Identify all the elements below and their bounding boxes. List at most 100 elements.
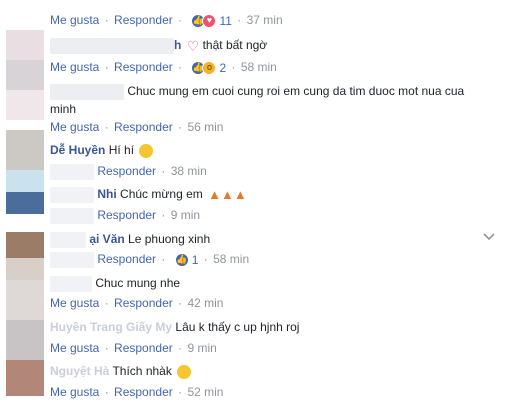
- comment: Chuc mung em cuoi cung roi em cung da ti…: [50, 83, 494, 100]
- comment-text: Le phuong xinh: [128, 232, 211, 246]
- separator: ·: [104, 341, 109, 355]
- redacted-name: [50, 231, 86, 248]
- comment: h ♡ thật bất ngờ: [50, 37, 494, 54]
- separator: ·: [178, 13, 183, 27]
- comment-actions: Me gusta · Responder · 42 min: [50, 295, 494, 311]
- comment-actions: Me gusta · Responder · 👍 o 2 · 58 min: [50, 59, 494, 76]
- reactions-summary[interactable]: 👍 1: [174, 252, 199, 268]
- avatar[interactable]: [6, 320, 44, 360]
- comment-actions: Responder · 9 min: [50, 207, 494, 224]
- grin-emoji: [139, 143, 154, 158]
- avatar[interactable]: [6, 232, 44, 258]
- reply-link[interactable]: Responder: [97, 164, 156, 178]
- comment-text: Lâu k thấy c up hjnh roj: [175, 320, 300, 334]
- reply-link[interactable]: Responder: [97, 208, 156, 222]
- separator: ·: [104, 385, 109, 399]
- comment-text: Hí hí: [108, 143, 135, 157]
- redacted-name: [50, 83, 124, 100]
- heart-emoji: ♡: [186, 37, 200, 54]
- redacted-name: [50, 251, 94, 268]
- reaction-count: 1: [191, 252, 199, 267]
- separator: ·: [178, 296, 183, 310]
- comment-text: Thích nhàk: [112, 364, 172, 378]
- avatar[interactable]: [6, 258, 44, 280]
- comment-text: Chuc mung em cuoi cung roi em cung da ti…: [127, 84, 465, 98]
- like-link[interactable]: Me gusta: [50, 341, 99, 355]
- commenter-name[interactable]: Dễ Huyền: [50, 143, 105, 157]
- like-link[interactable]: Me gusta: [50, 120, 99, 134]
- comment-text: thật bất ngờ: [202, 38, 268, 52]
- like-link[interactable]: Me gusta: [50, 60, 99, 74]
- chevron-down-icon[interactable]: [482, 232, 496, 242]
- redacted-name: [50, 37, 174, 54]
- comment-continuation: minh: [50, 101, 494, 117]
- redacted-name: [50, 163, 94, 180]
- timestamp[interactable]: 56 min: [187, 120, 223, 134]
- avatar[interactable]: [6, 280, 44, 320]
- timestamp[interactable]: 58 min: [213, 252, 249, 266]
- comment-actions: Me gusta · Responder · 52 min: [50, 384, 494, 400]
- avatar[interactable]: [6, 30, 44, 60]
- reply-link[interactable]: Responder: [114, 13, 173, 27]
- separator: ·: [161, 208, 166, 222]
- avatar[interactable]: [6, 170, 44, 192]
- comment-text: Chúc mừng em: [120, 187, 203, 201]
- love-reaction-icon: ♥: [202, 13, 217, 28]
- avatar-column: [0, 0, 46, 407]
- redacted-name: [50, 275, 92, 292]
- timestamp[interactable]: 9 min: [187, 341, 216, 355]
- timestamp[interactable]: 58 min: [241, 60, 277, 74]
- separator: ·: [237, 13, 242, 27]
- commenter-name[interactable]: h: [174, 38, 181, 52]
- reaction-count: 2: [219, 60, 227, 75]
- comment-actions: Me gusta · Responder · 56 min: [50, 119, 494, 135]
- like-link[interactable]: Me gusta: [50, 296, 99, 310]
- comment: ại Văn Le phuong xinh: [50, 231, 494, 248]
- avatar[interactable]: [6, 360, 44, 396]
- comment-actions: Responder · 38 min: [50, 163, 494, 180]
- reply-link[interactable]: Responder: [114, 60, 173, 74]
- like-link[interactable]: Me gusta: [50, 13, 99, 27]
- separator: ·: [104, 296, 109, 310]
- reply-link[interactable]: Responder: [114, 341, 173, 355]
- separator: ·: [203, 252, 208, 266]
- reply-link[interactable]: Responder: [114, 120, 173, 134]
- comment-actions: Responder · 👍 1 · 58 min: [50, 251, 494, 268]
- commenter-name[interactable]: Huyền Trang Giấy My: [50, 320, 172, 334]
- party-popper-emoji: ▲▲▲: [208, 186, 247, 202]
- reactions-summary[interactable]: 👍 ♥ 11: [191, 13, 232, 29]
- commenter-name[interactable]: Nguyệt Hà: [50, 364, 109, 378]
- comment: Nguyệt Hà Thích nhàk: [50, 363, 494, 379]
- timestamp[interactable]: 52 min: [187, 385, 223, 399]
- comment: Huyền Trang Giấy My Lâu k thấy c up hjnh…: [50, 319, 494, 335]
- comment-actions: Me gusta · Responder · 9 min: [50, 340, 494, 356]
- separator: ·: [178, 60, 183, 74]
- separator: ·: [104, 13, 109, 27]
- separator: ·: [104, 120, 109, 134]
- separator: ·: [231, 60, 236, 74]
- reply-link[interactable]: Responder: [114, 385, 173, 399]
- timestamp[interactable]: 9 min: [171, 208, 200, 222]
- redacted-name: [50, 207, 94, 224]
- reactions-summary[interactable]: 👍 o 2: [191, 60, 226, 76]
- comment-actions: Me gusta · Responder · 👍 ♥ 11 · 37 min: [50, 12, 494, 29]
- separator: ·: [178, 385, 183, 399]
- commenter-name[interactable]: ại Văn: [89, 232, 124, 246]
- avatar[interactable]: [6, 192, 44, 214]
- timestamp[interactable]: 37 min: [247, 13, 283, 27]
- avatar[interactable]: [6, 60, 44, 90]
- comment-text: Chuc mung nhe: [95, 276, 181, 290]
- reply-link[interactable]: Responder: [114, 296, 173, 310]
- timestamp[interactable]: 38 min: [171, 164, 207, 178]
- like-link[interactable]: Me gusta: [50, 385, 99, 399]
- timestamp[interactable]: 42 min: [187, 296, 223, 310]
- commenter-name[interactable]: Nhi: [97, 187, 116, 201]
- separator: ·: [161, 164, 166, 178]
- separator: ·: [178, 341, 183, 355]
- avatar[interactable]: [6, 90, 44, 120]
- redacted-name: [50, 186, 94, 203]
- reply-link[interactable]: Responder: [97, 252, 156, 266]
- avatar[interactable]: [6, 130, 44, 170]
- separator: ·: [161, 252, 166, 266]
- comment: Dễ Huyền Hí hí: [50, 142, 494, 158]
